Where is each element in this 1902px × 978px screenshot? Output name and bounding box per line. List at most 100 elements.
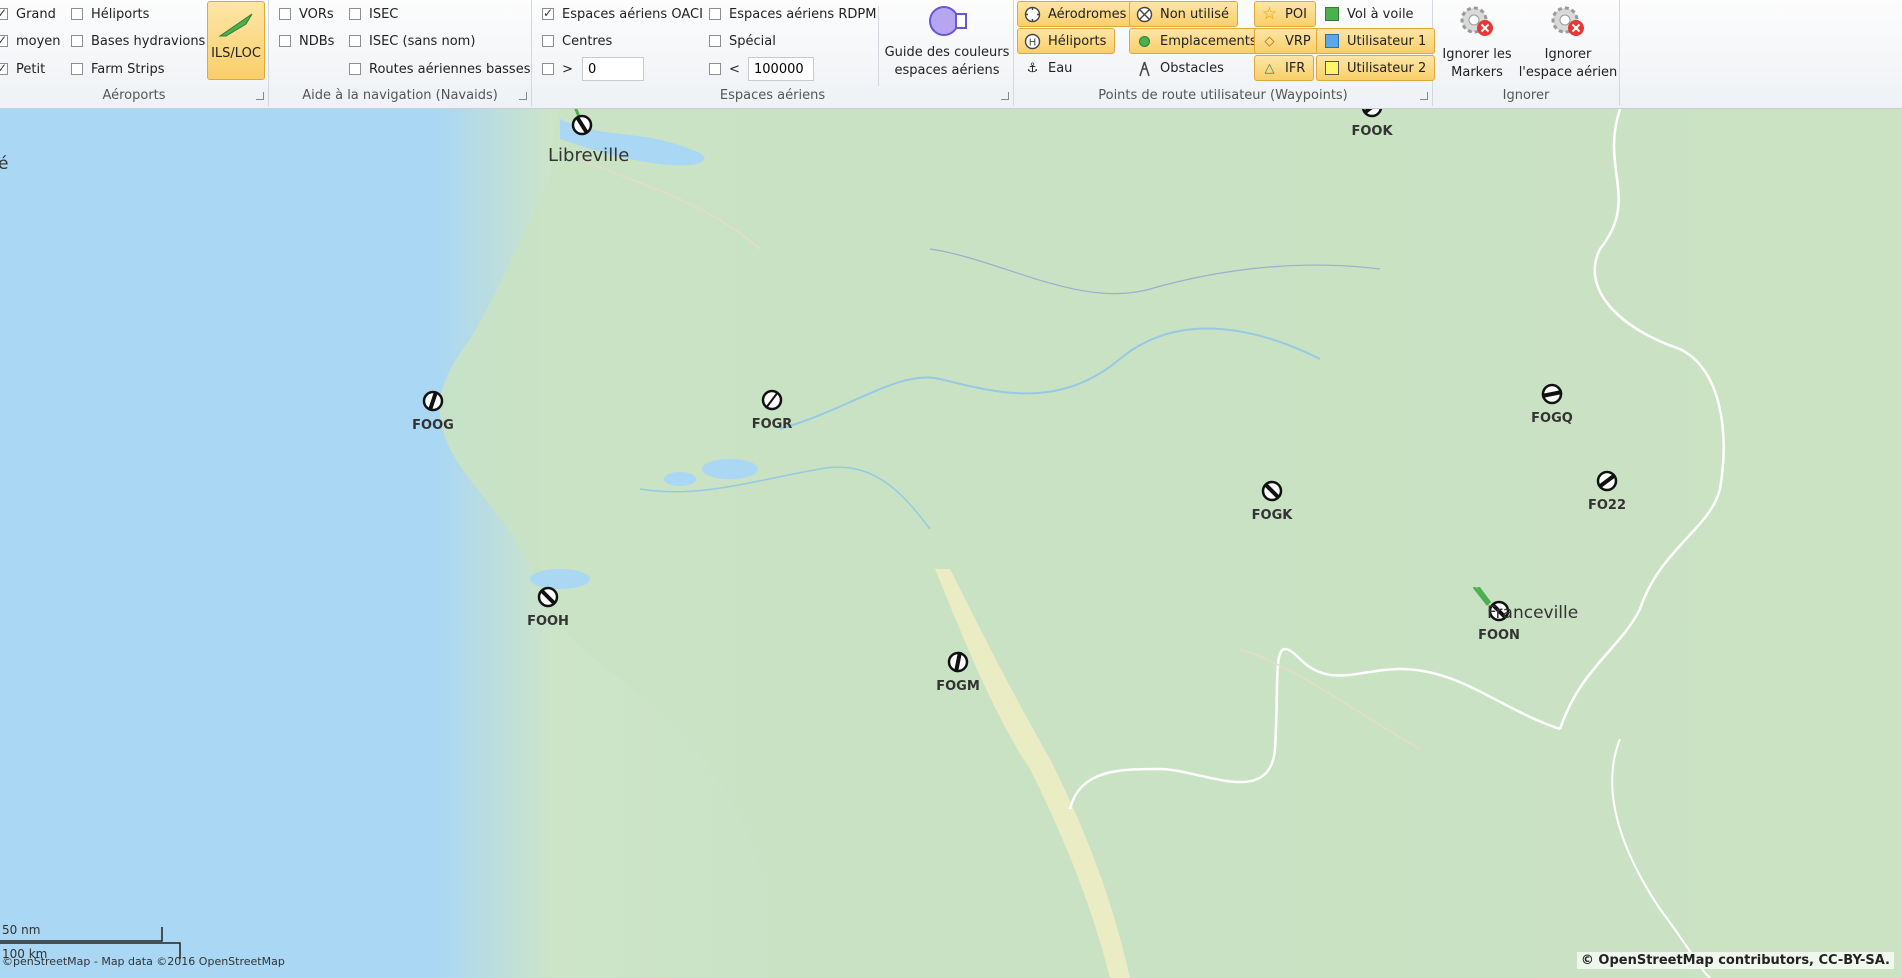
airport-marker-fogr[interactable]: FOGR <box>742 388 802 432</box>
ils-loc-icon <box>218 13 253 37</box>
waypoint-vol-a-voile-button[interactable]: Vol à voile <box>1316 1 1423 27</box>
checkbox-box[interactable] <box>709 63 721 75</box>
waypoint-aerodromes-button[interactable]: Aérodromes <box>1017 1 1136 27</box>
ignore-markers-button[interactable]: Ignorer les Markers <box>1437 2 1517 82</box>
waypoint-utilisateur2-button[interactable]: Utilisateur 2 <box>1316 55 1436 81</box>
checkbox-box[interactable] <box>542 63 554 75</box>
checkbox-espaces-oaci[interactable]: Espaces aériens OACI <box>542 3 703 25</box>
checkbox-greater-than[interactable]: > <box>542 58 573 80</box>
button-label: Aérodromes <box>1048 6 1127 22</box>
airport-icon <box>1261 480 1283 502</box>
airport-marker-libreville[interactable] <box>552 109 612 143</box>
ignore-group: Ignorer les Markers Ignorer l'espace aér… <box>1433 0 1620 106</box>
group-separator <box>878 6 879 86</box>
checkbox-ndbs[interactable]: NDBs <box>279 30 334 52</box>
checkbox-box[interactable] <box>71 8 83 20</box>
airport-marker-fook[interactable]: FOOK <box>1342 109 1402 139</box>
button-label: Eau <box>1048 60 1073 76</box>
checkbox-box[interactable] <box>349 63 361 75</box>
ignore-airspace-line2: l'espace aérien <box>1518 65 1618 80</box>
diamond-icon: ◇ <box>1264 33 1275 49</box>
checkbox-label: Espaces aériens OACI <box>562 6 703 22</box>
checkbox-box[interactable] <box>0 6 8 20</box>
navaids-group: VORs NDBs ISEC ISEC (sans nom) Routes aé… <box>269 0 532 106</box>
dialog-launcher-icon[interactable] <box>1420 92 1428 100</box>
checkbox-label: moyen <box>16 33 61 49</box>
dialog-launcher-icon[interactable] <box>519 92 527 100</box>
ribbon-toolbar: Grand moyen Petit Héliports Bases hydrav… <box>0 0 1902 109</box>
checkbox-special[interactable]: Spécial <box>709 30 776 52</box>
ils-loc-button[interactable]: ILS/LOC <box>207 1 265 80</box>
checkbox-less-than[interactable]: < <box>709 58 740 80</box>
checkbox-label: Grand <box>16 6 56 22</box>
checkbox-grand[interactable]: Grand <box>0 3 56 25</box>
airport-marker-fogm[interactable]: FOGM <box>928 650 988 694</box>
checkbox-box[interactable] <box>0 33 8 47</box>
dialog-launcher-icon[interactable] <box>256 92 264 100</box>
waypoint-vrp-button[interactable]: ◇ VRP <box>1254 28 1320 54</box>
yellow-square-icon <box>1323 60 1340 77</box>
checkbox-box[interactable] <box>349 35 361 47</box>
checkbox-box[interactable] <box>709 35 721 47</box>
star-icon: ☆ <box>1261 4 1278 24</box>
checkbox-routes-aeriennes-basses[interactable]: Routes aériennes basses <box>349 58 530 80</box>
checkbox-label: Petit <box>16 61 46 77</box>
checkbox-petit[interactable]: Petit <box>0 58 45 80</box>
checkbox-label: Farm Strips <box>91 61 165 77</box>
checkbox-box[interactable] <box>71 35 83 47</box>
checkbox-farm-strips[interactable]: Farm Strips <box>71 58 165 80</box>
checkbox-label: Routes aériennes basses <box>369 61 531 77</box>
waypoint-heliports-button[interactable]: H Héliports <box>1017 28 1116 54</box>
airport-marker-fogq[interactable]: FOGQ <box>1522 382 1582 426</box>
waypoint-obstacles-button[interactable]: Obstacles <box>1129 55 1233 81</box>
checkbox-label: ISEC <box>369 6 399 22</box>
airport-icon <box>537 586 559 608</box>
airport-icon <box>1361 109 1383 118</box>
checkbox-box[interactable] <box>542 6 554 20</box>
max-altitude-input[interactable] <box>748 57 814 81</box>
checkbox-bases-hydravions[interactable]: Bases hydravions <box>71 30 205 52</box>
checkbox-vors[interactable]: VORs <box>279 3 334 25</box>
checkbox-box[interactable] <box>709 8 721 20</box>
airport-marker-fooh[interactable]: FOOH <box>518 585 578 629</box>
waypoint-non-utilise-button[interactable]: Non utilisé <box>1129 1 1238 27</box>
checkbox-box[interactable] <box>279 35 291 47</box>
ignore-airspace-button[interactable]: Ignorer l'espace aérien <box>1517 2 1619 82</box>
airport-marker-fogk[interactable]: FOGK <box>1242 479 1302 523</box>
waypoint-eau-button[interactable]: ⚓ Eau <box>1017 55 1081 81</box>
min-altitude-input[interactable] <box>582 57 644 81</box>
checkbox-box[interactable] <box>349 8 361 20</box>
checkbox-centres[interactable]: Centres <box>542 30 612 52</box>
button-label: Héliports <box>1048 33 1107 49</box>
airport-label: FOGQ <box>1531 411 1573 426</box>
checkbox-isec[interactable]: ISEC <box>349 3 398 25</box>
waypoint-ifr-button[interactable]: △ IFR <box>1254 55 1315 81</box>
airport-marker-fo22[interactable]: FO22 <box>1577 469 1637 513</box>
waypoint-emplacements-button[interactable]: Emplacements <box>1129 28 1266 54</box>
checkbox-label: < <box>729 61 740 77</box>
checkbox-box[interactable] <box>279 8 291 20</box>
button-label: Non utilisé <box>1160 6 1229 22</box>
checkbox-isec-sans-nom[interactable]: ISEC (sans nom) <box>349 30 475 52</box>
airport-label: FOGM <box>936 679 980 694</box>
checkbox-box[interactable] <box>71 63 83 75</box>
ignore-markers-line1: Ignorer les <box>1442 47 1512 62</box>
airport-label: FOOH <box>527 614 569 629</box>
waypoint-utilisateur1-button[interactable]: Utilisateur 1 <box>1316 28 1436 54</box>
map-view[interactable]: FOOK FOOG FOGR FOGQ FOGK FO22 FOOH FOON … <box>0 109 1902 978</box>
checkbox-moyen[interactable]: moyen <box>0 30 61 52</box>
checkbox-label: Centres <box>562 33 613 49</box>
airspace-color-guide-button[interactable]: Guide des couleurs espaces aériens <box>882 2 1012 80</box>
waypoints-group: Aérodromes H Héliports ⚓ Eau Non utilisé E… <box>1014 0 1436 106</box>
button-label: IFR <box>1285 60 1306 76</box>
checkbox-espaces-rdpm[interactable]: Espaces aériens RDPM <box>709 3 876 25</box>
dialog-launcher-icon[interactable] <box>1001 92 1009 100</box>
waypoint-poi-button[interactable]: ☆ POI <box>1254 1 1316 27</box>
anchor-icon: ⚓ <box>1026 60 1039 76</box>
checkbox-box[interactable] <box>0 61 8 75</box>
checkbox-box[interactable] <box>542 35 554 47</box>
checkbox-heliports[interactable]: Héliports <box>71 3 149 25</box>
airport-marker-foog[interactable]: FOOG <box>403 389 463 433</box>
checkbox-label: Espaces aériens RDPM <box>729 6 877 22</box>
checkbox-label: VORs <box>299 6 334 22</box>
